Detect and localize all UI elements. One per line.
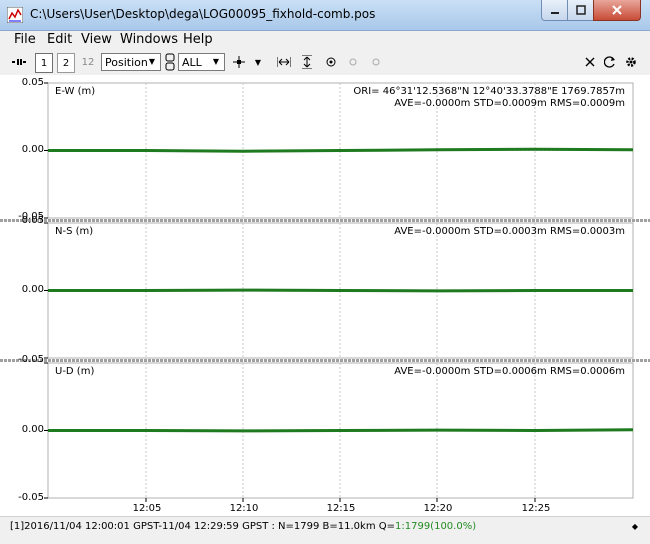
menu-bar: File Edit View Windows Help [0, 31, 650, 49]
panel-title-ud: U-D (m) [55, 366, 95, 377]
x-tick-label: 12:20 [423, 503, 453, 514]
quality-icon [164, 53, 176, 71]
panel-title-ew: E-W (m) [55, 86, 96, 97]
y-tick-label: -0.05 [18, 354, 44, 365]
maximize-button[interactable] [567, 0, 595, 21]
x-tick-label: 12:25 [521, 503, 551, 514]
series-line-1 [48, 288, 633, 293]
quality-value: ALL [182, 55, 202, 69]
fit-horizontal-icon[interactable] [276, 53, 292, 71]
close-icon[interactable] [583, 53, 597, 71]
plot-1-button[interactable]: 1 [35, 53, 53, 73]
close-icon [612, 5, 622, 15]
stats-ew: AVE=-0.0000m STD=0.0009m RMS=0.0009m [394, 98, 625, 109]
maximize-icon [576, 5, 586, 15]
window-title: C:\Users\User\Desktop\dega\LOG00095_fixh… [30, 7, 376, 21]
plot-type-value: Position [105, 55, 148, 69]
plot-type-select[interactable]: Position ▼ [101, 53, 161, 71]
y-tick-label: 0.05 [21, 215, 44, 226]
menu-edit[interactable]: Edit [47, 32, 72, 47]
series-line-2 [48, 428, 634, 433]
x-tick-label: 12:10 [229, 503, 259, 514]
quality-select[interactable]: ALL ▼ [178, 53, 225, 71]
chevron-down-icon: ▼ [148, 57, 156, 66]
status-quality: 1:1799(100.0%) [395, 521, 477, 532]
plot-canvas[interactable] [0, 75, 650, 516]
circle-icon[interactable] [346, 53, 360, 71]
menu-windows[interactable]: Windows [120, 32, 178, 47]
title-bar: C:\Users\User\Desktop\dega\LOG00095_fixh… [0, 0, 650, 31]
fit-vertical-icon[interactable] [299, 53, 315, 71]
status-text: [1]2016/11/04 12:00:01 GPST-11/04 12:29:… [10, 521, 395, 532]
origin-dropdown-icon[interactable]: ▼ [252, 53, 264, 71]
refresh-icon[interactable] [603, 53, 617, 71]
plot-range-icon[interactable] [11, 53, 27, 71]
stats-ns: AVE=-0.0000m STD=0.0003m RMS=0.0003m [394, 226, 625, 237]
plot-2-button[interactable]: 2 [57, 53, 75, 73]
close-button[interactable] [593, 0, 641, 21]
chevron-down-icon: ▼ [212, 57, 220, 66]
menu-help[interactable]: Help [183, 32, 213, 47]
y-tick-label: -0.05 [18, 492, 44, 503]
circle-icon[interactable] [369, 53, 383, 71]
origin-label: ORI= 46°31'12.5368"N 12°40'33.3788"E 176… [353, 86, 625, 97]
origin-icon[interactable] [231, 53, 247, 71]
panel-title-ns: N-S (m) [55, 226, 94, 237]
menu-view[interactable]: View [81, 32, 112, 47]
center-icon[interactable] [323, 53, 339, 71]
y-tick-label: 0.00 [21, 284, 44, 295]
minimize-button[interactable] [541, 0, 569, 21]
toolbar: 1 2 12 Position ▼ ALL ▼ ▼ [0, 50, 650, 74]
app-icon [7, 7, 23, 23]
stats-ud: AVE=-0.0000m STD=0.0006m RMS=0.0006m [394, 366, 625, 377]
plot-12-button[interactable]: 12 [79, 53, 97, 71]
x-tick-label: 12:15 [326, 503, 356, 514]
status-bar: [1]2016/11/04 12:00:01 GPST-11/04 12:29:… [0, 516, 650, 544]
y-tick-label: 0.05 [21, 77, 44, 88]
y-tick-label: 0.00 [21, 424, 44, 435]
minimize-icon [551, 12, 559, 14]
status-marker: ◆ [631, 522, 638, 531]
menu-file[interactable]: File [14, 32, 36, 47]
gear-icon[interactable] [624, 53, 638, 71]
x-tick-label: 12:05 [132, 503, 162, 514]
y-tick-label: 0.00 [21, 144, 44, 155]
